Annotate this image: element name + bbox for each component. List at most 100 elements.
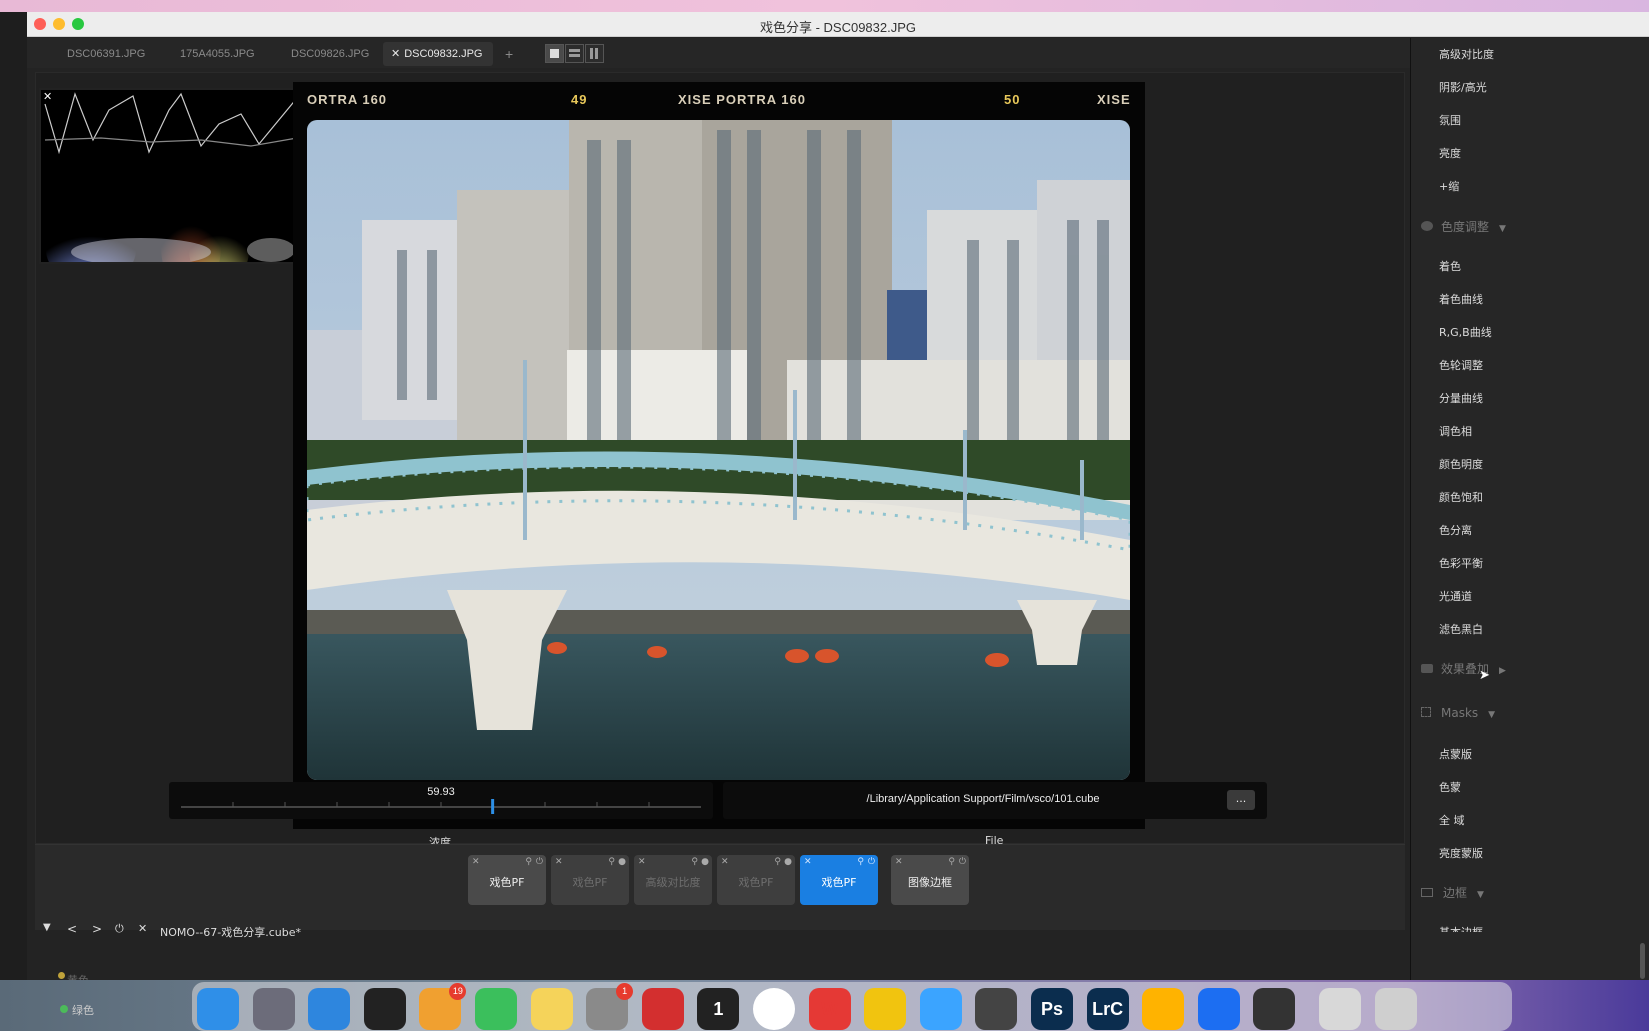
node-close-icon[interactable]: ✕ xyxy=(804,857,812,867)
node-close-icon[interactable]: ✕ xyxy=(638,857,646,867)
dock-wechat-icon[interactable] xyxy=(475,988,517,1030)
node-pin-icon[interactable]: ⚲ xyxy=(857,857,864,867)
node-pin-icon[interactable]: ⚲ xyxy=(525,857,532,867)
photo-preview[interactable] xyxy=(307,120,1130,780)
tool-luminance-mask[interactable]: 亮度蒙版 xyxy=(1439,845,1483,861)
dock-lightroom-classic-text: LrC xyxy=(1092,999,1124,1019)
tool-light-channel[interactable]: 光通道 xyxy=(1439,588,1472,604)
frame-icon xyxy=(1421,888,1433,897)
dock-finder-icon[interactable] xyxy=(197,988,239,1030)
panel-scrollbar[interactable] xyxy=(1640,943,1645,979)
tool-shadow-highlight[interactable]: 阴影/高光 xyxy=(1439,79,1487,95)
tool-color-lightness[interactable]: 颜色明度 xyxy=(1439,456,1483,472)
tab-dsc09832[interactable]: ✕ DSC09832.JPG xyxy=(383,42,493,66)
tool-point-mask[interactable]: 点蒙版 xyxy=(1439,746,1472,762)
tool-color-mask[interactable]: 色蒙 xyxy=(1439,779,1461,795)
dock-system-settings-icon[interactable]: 1 xyxy=(586,983,634,1030)
dock-photoshop-icon[interactable]: Ps xyxy=(1031,988,1073,1030)
node-power-icon[interactable]: ⏻ xyxy=(959,857,966,867)
node-power-icon[interactable]: ● xyxy=(784,857,792,867)
lut-file-field[interactable]: /Library/Application Support/Film/vsco/1… xyxy=(723,782,1267,819)
node-close-icon[interactable]: ✕ xyxy=(555,857,563,867)
node-pin-icon[interactable]: ⚲ xyxy=(774,857,781,867)
film-frame-number-2: 50 xyxy=(1004,92,1021,107)
app-window: 戏色分享 - DSC09832.JPG DSC06391.JPG 175A405… xyxy=(27,12,1649,987)
node-power-icon[interactable]: ● xyxy=(701,857,709,867)
tool-hue[interactable]: 调色相 xyxy=(1439,423,1472,439)
node-close-icon[interactable]: ✕ xyxy=(895,857,903,867)
dock-netease-music-icon[interactable] xyxy=(641,988,684,1030)
single-view-icon[interactable] xyxy=(545,44,564,63)
tab-dsc09826[interactable]: DSC09826.JPG xyxy=(291,42,369,66)
film-strip-right-text: XISE xyxy=(1097,92,1131,107)
node-advanced-contrast[interactable]: ✕ ⚲ ● 高级对比度 xyxy=(634,855,712,905)
node-power-icon[interactable]: ● xyxy=(618,857,626,867)
node-power-icon[interactable]: ⏻ xyxy=(868,857,875,867)
tool-filter-bw[interactable]: 滤色黑白 xyxy=(1439,621,1483,637)
power-icon[interactable]: ⏻ xyxy=(115,922,124,936)
split-vertical-icon[interactable] xyxy=(585,44,604,63)
dock-qq-icon[interactable] xyxy=(363,988,406,1030)
node-xise-pf-3[interactable]: ✕ ⚲ ● 戏色PF xyxy=(717,855,795,905)
dock-xise-app-icon[interactable]: 1 xyxy=(697,988,740,1030)
section-effects[interactable]: 效果叠加 ▶ xyxy=(1421,660,1506,677)
tool-color-saturation[interactable]: 颜色饱和 xyxy=(1439,489,1483,505)
tool-rgb-curve[interactable]: R,G,B曲线 xyxy=(1439,324,1492,340)
collapse-icon[interactable]: ▼ xyxy=(43,922,51,933)
section-masks[interactable]: Masks ▼ xyxy=(1421,706,1495,720)
tool-atmosphere[interactable]: 氛围 xyxy=(1439,112,1461,128)
dock-launchpad-icon[interactable] xyxy=(252,988,295,1030)
dock-final-cut-icon[interactable] xyxy=(975,988,1018,1030)
prev-icon[interactable]: < xyxy=(67,922,77,936)
clear-icon[interactable]: ✕ xyxy=(138,922,147,935)
dock-notes-icon[interactable] xyxy=(530,988,573,1030)
dock-downloads-icon[interactable] xyxy=(1319,988,1362,1030)
tool-advanced-contrast[interactable]: 高级对比度 xyxy=(1439,46,1494,62)
dock-lightroom-classic-icon[interactable]: LrC xyxy=(1086,988,1129,1030)
tool-global[interactable]: 全 域 xyxy=(1439,812,1465,828)
add-tab-button[interactable]: + xyxy=(505,42,513,66)
histogram-close-icon[interactable]: ✕ xyxy=(43,90,52,103)
palette-icon xyxy=(1421,221,1433,231)
tab-close-icon[interactable]: ✕ xyxy=(391,48,400,60)
node-xise-pf-2[interactable]: ✕ ⚲ ● 戏色PF xyxy=(551,855,629,905)
next-icon[interactable]: > xyxy=(92,922,102,936)
tab-175a4055[interactable]: 175A4055.JPG xyxy=(180,42,255,66)
dock-photos-icon[interactable]: 19 xyxy=(419,983,467,1030)
node-power-icon[interactable]: ⏻ xyxy=(536,857,543,867)
dock-infuse-icon[interactable] xyxy=(1142,988,1185,1030)
tool-color-balance[interactable]: 色彩平衡 xyxy=(1439,555,1483,571)
tool-basic-border[interactable]: 基本边框 xyxy=(1439,924,1483,932)
node-xise-pf-active[interactable]: ✕ ⚲ ⏻ 戏色PF xyxy=(800,855,878,905)
dock-qq-music-icon[interactable] xyxy=(864,988,907,1030)
dock-baidu-netdisk-icon[interactable] xyxy=(919,988,962,1030)
density-slider-handle[interactable] xyxy=(491,799,495,814)
dock-feishu-icon[interactable] xyxy=(1197,988,1240,1030)
node-xise-pf-1[interactable]: ✕ ⚲ ⏻ 戏色PF xyxy=(468,855,546,905)
tool-colorize-curve[interactable]: 着色曲线 xyxy=(1439,291,1483,307)
node-pin-icon[interactable]: ⚲ xyxy=(691,857,698,867)
node-image-border[interactable]: ✕ ⚲ ⏻ 图像边框 xyxy=(891,855,969,905)
section-color-adjust[interactable]: 色度调整 ▼ xyxy=(1421,218,1506,235)
tool-color-wheels[interactable]: 色轮调整 xyxy=(1439,357,1483,373)
chevron-down-icon: ▼ xyxy=(1488,710,1496,720)
node-pin-icon[interactable]: ⚲ xyxy=(948,857,955,867)
tool-component-curve[interactable]: 分量曲线 xyxy=(1439,390,1483,406)
tool-brightness[interactable]: 亮度 xyxy=(1439,145,1461,161)
node-close-icon[interactable]: ✕ xyxy=(721,857,729,867)
tool-colorize[interactable]: 着色 xyxy=(1439,258,1461,274)
node-close-icon[interactable]: ✕ xyxy=(472,857,480,867)
section-border[interactable]: 边框 ▼ xyxy=(1421,884,1484,901)
split-horizontal-icon[interactable] xyxy=(565,44,584,63)
tool-color-separation[interactable]: 色分离 xyxy=(1439,522,1472,538)
tool-zoom[interactable]: +缩 xyxy=(1439,178,1459,194)
browse-file-button[interactable]: ... xyxy=(1227,790,1255,810)
node-pin-icon[interactable]: ⚲ xyxy=(608,857,615,867)
dock-quicktime-icon[interactable] xyxy=(1253,988,1296,1030)
dock-wps-icon[interactable]: W xyxy=(808,988,851,1030)
dock-safari-icon[interactable] xyxy=(308,988,351,1030)
density-slider[interactable]: 59.93 xyxy=(169,782,713,819)
tab-dsc06391[interactable]: DSC06391.JPG xyxy=(67,42,145,66)
dock-trash-icon[interactable] xyxy=(1375,988,1417,1030)
dock-chrome-icon[interactable] xyxy=(753,988,795,1030)
